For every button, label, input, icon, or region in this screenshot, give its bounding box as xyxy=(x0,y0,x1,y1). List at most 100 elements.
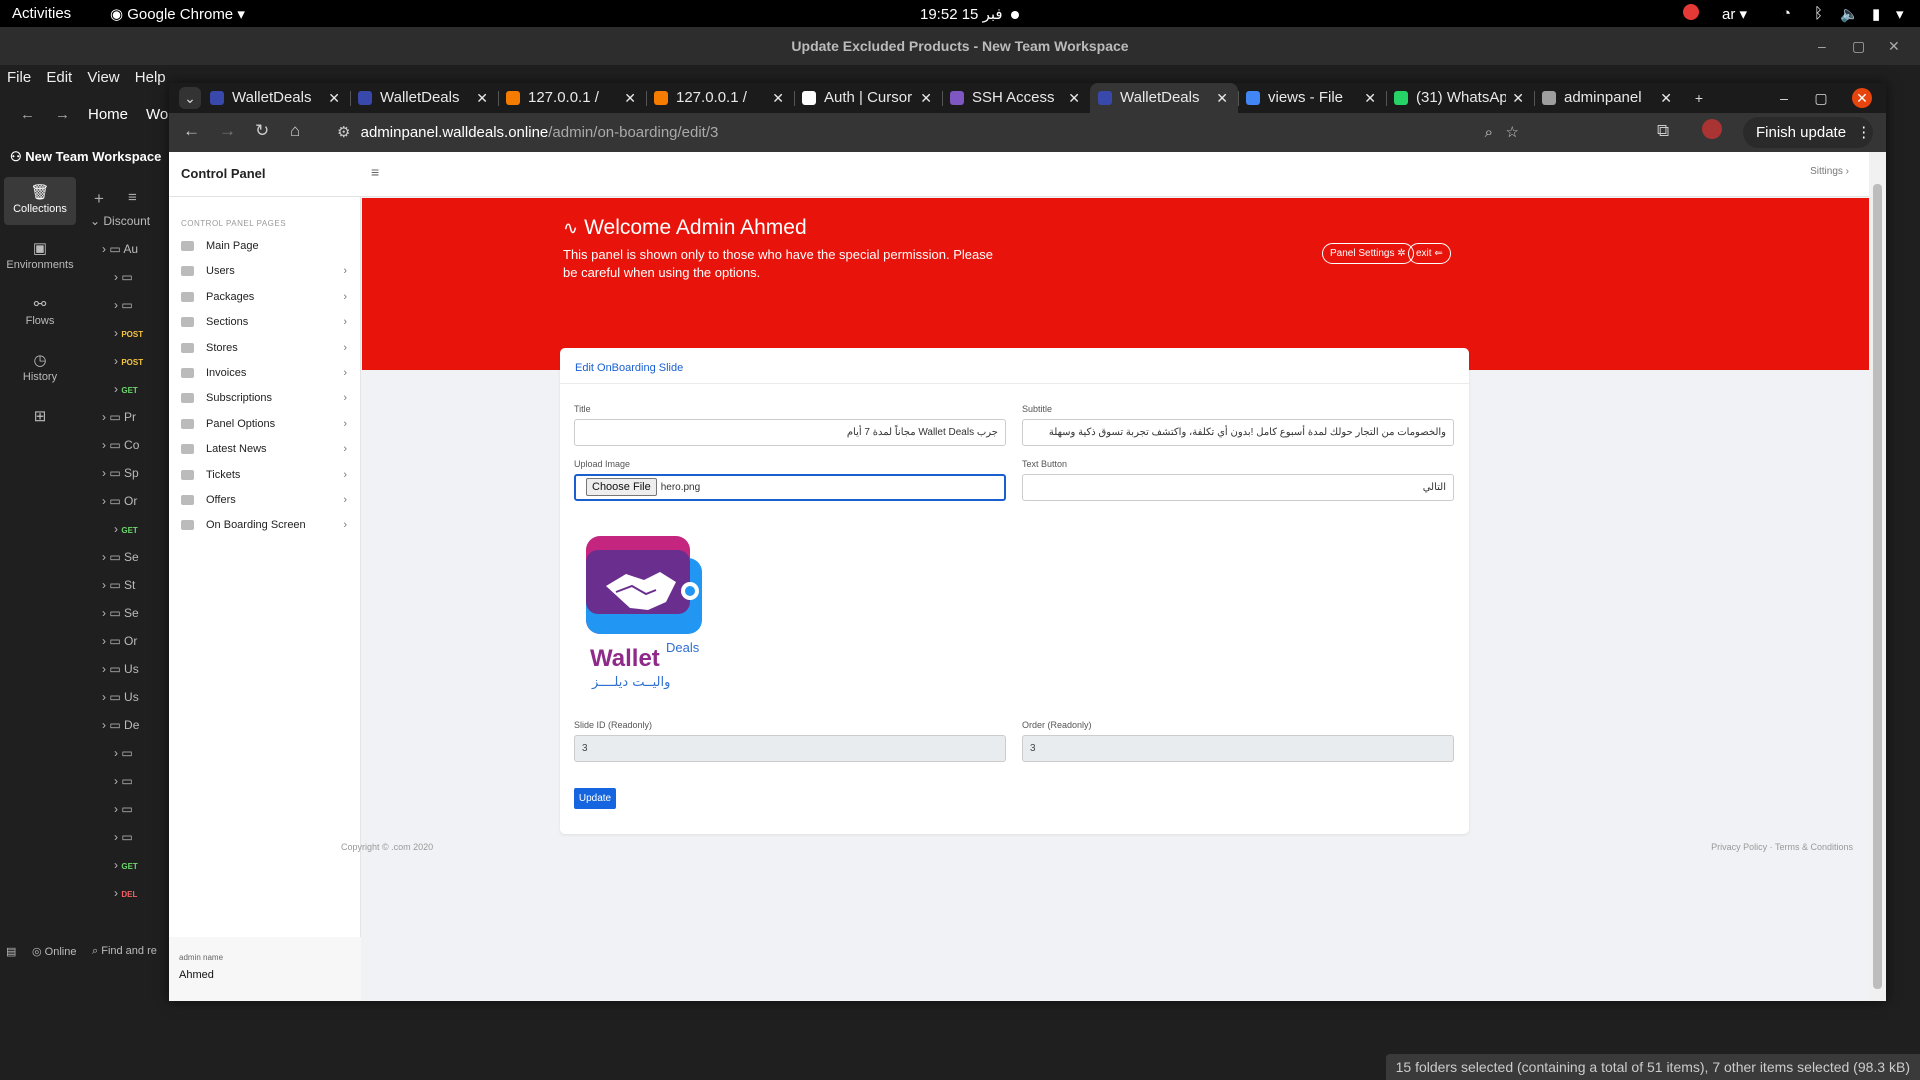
terms-link[interactable]: Terms & Conditions xyxy=(1775,842,1853,852)
tree-row[interactable]: › ▭ De xyxy=(90,711,170,739)
chrome-tab[interactable]: Auth | Cursor ✕ xyxy=(794,83,942,113)
rail-history[interactable]: ◷ History xyxy=(4,345,76,393)
bookmark-star-icon[interactable]: ☆ xyxy=(1506,117,1519,148)
menu-help[interactable]: Help xyxy=(135,65,166,91)
sidebar-item[interactable]: Invoices › xyxy=(181,362,349,384)
tree-row[interactable]: › ▭ Sp xyxy=(90,459,170,487)
menu-edit[interactable]: Edit xyxy=(46,65,72,91)
chrome-minimize-icon[interactable]: – xyxy=(1774,83,1794,113)
chrome-tab[interactable]: WalletDeals ✕ xyxy=(1090,83,1238,113)
tab-close-icon[interactable]: ✕ xyxy=(772,83,784,113)
sidebar-item[interactable]: Sections › xyxy=(181,311,349,333)
scrollbar-thumb[interactable] xyxy=(1873,184,1882,989)
sidebar-item[interactable]: Offers › xyxy=(181,489,349,511)
sittings-link[interactable]: Sittings › xyxy=(1810,166,1849,177)
online-status[interactable]: ◎ Online xyxy=(32,945,76,958)
choose-file-button[interactable]: Choose File xyxy=(586,478,657,497)
minimize-icon[interactable]: – xyxy=(1818,27,1826,65)
tree-row[interactable]: › POST xyxy=(90,347,170,375)
back-icon[interactable]: ← xyxy=(183,121,200,141)
tab-search-icon[interactable]: ⌄ xyxy=(179,87,201,109)
tree-row[interactable]: › ▭ xyxy=(90,767,170,795)
chrome-tab[interactable]: (31) WhatsApp ✕ xyxy=(1386,83,1534,113)
tree-row[interactable]: › ▭ St xyxy=(90,571,170,599)
tree-row[interactable]: › GET xyxy=(90,851,170,879)
tree-row[interactable]: › ▭ Pr xyxy=(90,403,170,431)
sidebar-item[interactable]: Subscriptions › xyxy=(181,387,349,409)
close-icon[interactable]: ✕ xyxy=(1888,27,1900,65)
sidebar-item[interactable]: On Boarding Screen › xyxy=(181,514,349,536)
rail-collections[interactable]: 🗑 Collections xyxy=(4,177,76,225)
system-menu-icon[interactable]: ▾ xyxy=(1896,5,1904,23)
tree-row[interactable]: › ▭ xyxy=(90,823,170,851)
tree-row[interactable]: › ▭ Or xyxy=(90,487,170,515)
tab-close-icon[interactable]: ✕ xyxy=(1512,83,1524,113)
tree-row[interactable]: › ▭ Us xyxy=(90,683,170,711)
home-icon[interactable]: ⌂ xyxy=(290,121,300,141)
tree-row[interactable]: › ▭ Se xyxy=(90,543,170,571)
tree-row[interactable]: › ▭ Us xyxy=(90,655,170,683)
rail-environments[interactable]: ▣ Environments xyxy=(4,233,76,281)
tree-root[interactable]: ⌄ Discount xyxy=(90,207,170,235)
tab-close-icon[interactable]: ✕ xyxy=(920,83,932,113)
maximize-icon[interactable]: ▢ xyxy=(1852,27,1865,65)
upload-image-input[interactable]: Choose File hero.png xyxy=(574,474,1006,501)
chrome-tab[interactable]: WalletDeals ✕ xyxy=(350,83,498,113)
extensions-icon[interactable]: ⧉ xyxy=(1657,121,1669,141)
tab-close-icon[interactable]: ✕ xyxy=(1068,83,1080,113)
exit-button[interactable]: exit ⇐ xyxy=(1408,243,1451,264)
tab-close-icon[interactable]: ✕ xyxy=(1216,83,1228,113)
new-icon[interactable]: + xyxy=(94,189,104,209)
rail-apps[interactable]: ⊞ xyxy=(4,401,76,449)
tree-row[interactable]: › GET xyxy=(90,515,170,543)
app-menu[interactable]: ◉ Google Chrome ▾ xyxy=(110,5,245,23)
forward-arrow-icon[interactable]: → xyxy=(55,106,70,123)
sidebar-item[interactable]: Stores › xyxy=(181,337,349,359)
tree-row[interactable]: › GET xyxy=(90,375,170,403)
chrome-tab[interactable]: adminpanel ✕ xyxy=(1534,83,1682,113)
wifi-icon[interactable]: ◔ xyxy=(1782,5,1791,22)
tree-row[interactable]: › ▭ Or xyxy=(90,627,170,655)
page-scrollbar[interactable] xyxy=(1869,152,1886,1001)
tree-row[interactable]: › ▭ xyxy=(90,263,170,291)
sidebar-item[interactable]: Users › xyxy=(181,260,349,282)
subtitle-input[interactable]: والخصومات من التجار حولك لمدة أسبوع كامل… xyxy=(1022,419,1454,446)
zoom-icon[interactable]: ⌕ xyxy=(1485,117,1493,148)
sidebar-item[interactable]: Packages › xyxy=(181,286,349,308)
back-arrow-icon[interactable]: ← xyxy=(20,106,35,123)
activities-button[interactable]: Activities xyxy=(12,5,71,22)
privacy-policy-link[interactable]: Privacy Policy xyxy=(1711,842,1767,852)
site-info-icon[interactable]: ⚙ xyxy=(337,124,350,141)
chrome-tab[interactable]: views - File ✕ xyxy=(1238,83,1386,113)
bluetooth-icon[interactable]: ᛒ xyxy=(1814,5,1823,22)
find-replace[interactable]: ⌕ Find and re xyxy=(92,945,157,958)
workspaces-link[interactable]: Wo xyxy=(146,106,168,123)
workspace-name[interactable]: ⚇ New Team Workspace xyxy=(10,149,161,165)
rail-flows[interactable]: ⚯ Flows xyxy=(4,289,76,337)
tree-row[interactable]: › ▭ xyxy=(90,291,170,319)
sidebar-item[interactable]: Main Page xyxy=(181,235,349,257)
chrome-tab[interactable]: 127.0.0.1 / ✕ xyxy=(646,83,794,113)
tab-close-icon[interactable]: ✕ xyxy=(624,83,636,113)
menu-file[interactable]: File xyxy=(7,65,31,91)
finish-update-button[interactable]: Finish update ⋮ xyxy=(1743,117,1873,148)
tab-close-icon[interactable]: ✕ xyxy=(328,83,340,113)
new-tab-icon[interactable]: + xyxy=(1689,83,1709,113)
sidebar-item[interactable]: Latest News › xyxy=(181,438,349,460)
panel-settings-button[interactable]: Panel Settings ✲ xyxy=(1322,243,1414,264)
tree-row[interactable]: › DEL xyxy=(90,879,170,907)
input-language[interactable]: ar ▾ xyxy=(1722,5,1747,23)
layout-icon[interactable]: ▤ xyxy=(6,945,16,958)
menu-view[interactable]: View xyxy=(87,65,119,91)
profile-avatar[interactable] xyxy=(1702,119,1722,139)
forward-icon[interactable]: → xyxy=(219,121,236,141)
chrome-tab[interactable]: SSH Access ✕ xyxy=(942,83,1090,113)
tab-close-icon[interactable]: ✕ xyxy=(1660,83,1672,113)
filter-icon[interactable]: ≡ xyxy=(128,189,137,206)
tree-row[interactable]: › ▭ Co xyxy=(90,431,170,459)
tree-row[interactable]: › POST xyxy=(90,319,170,347)
chrome-maximize-icon[interactable]: ▢ xyxy=(1811,83,1831,113)
chrome-tab[interactable]: 127.0.0.1 / ✕ xyxy=(498,83,646,113)
chrome-tab[interactable]: WalletDeals ✕ xyxy=(202,83,350,113)
volume-icon[interactable]: 🔈 xyxy=(1840,5,1859,23)
